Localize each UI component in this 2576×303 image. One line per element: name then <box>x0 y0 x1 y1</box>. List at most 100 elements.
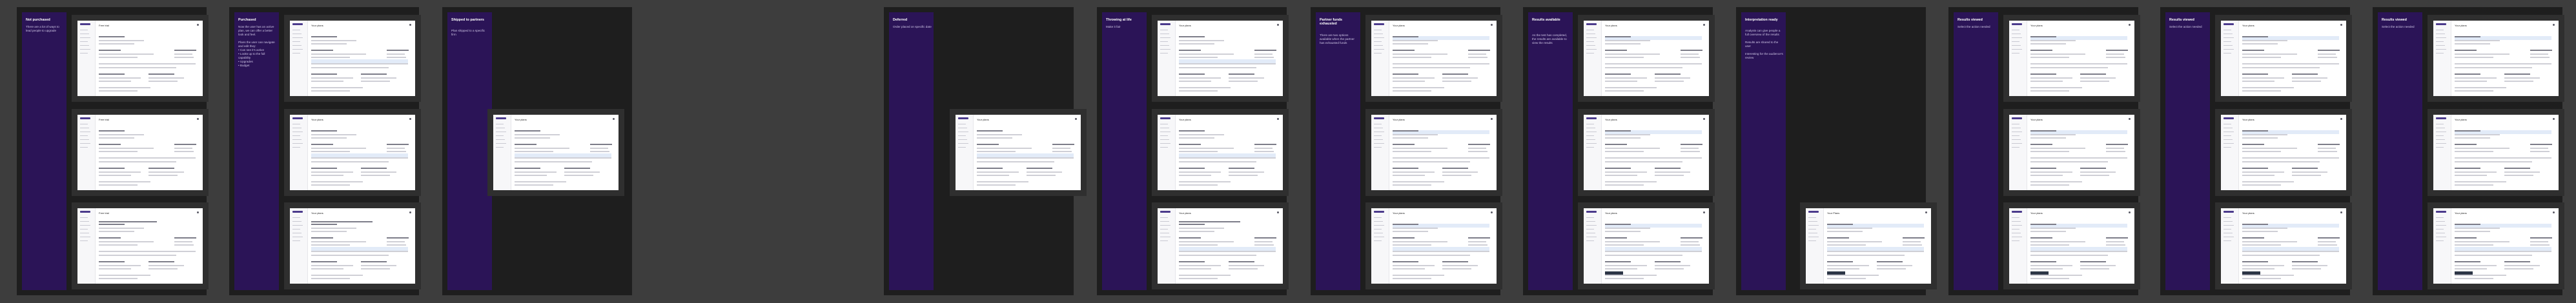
screen-thumbnail: Your plans <box>2433 208 2559 284</box>
screen-frame[interactable]: Your plans <box>2003 109 2140 196</box>
screen-frame[interactable]: Your plans <box>1578 109 1715 196</box>
text-line <box>2292 81 2321 82</box>
text-line <box>1468 57 1487 58</box>
text-line <box>977 168 1003 169</box>
screen-frame[interactable]: Your plans <box>2215 15 2352 102</box>
screen-frame[interactable]: Your plans <box>1365 109 1502 196</box>
screen-frame[interactable]: Your plans <box>1578 202 1715 289</box>
text-line <box>2030 137 2066 139</box>
text-line <box>1442 265 1478 266</box>
text-line <box>2080 261 2106 262</box>
text-line <box>590 148 608 149</box>
screen-frame[interactable]: Your plans <box>1152 15 1289 102</box>
screen-frame[interactable]: Your plans <box>1152 109 1289 196</box>
screen-frame[interactable]: Your plans <box>1365 15 1502 102</box>
nav-item <box>80 49 90 50</box>
text-line <box>1393 43 1428 44</box>
text-line <box>99 184 138 186</box>
text-line <box>2242 144 2264 145</box>
text-line <box>2242 237 2264 239</box>
screen-frame[interactable]: Your plans <box>950 109 1087 196</box>
text-line <box>515 157 611 159</box>
text-line <box>1393 134 1438 135</box>
screen-frame[interactable]: Your plans <box>2215 109 2352 196</box>
text-line <box>977 137 1012 139</box>
screen-frame[interactable]: Your plans <box>2215 202 2352 289</box>
text-line <box>2242 130 2268 132</box>
text-line <box>99 137 134 139</box>
nav-item <box>292 45 302 46</box>
screen-side-nav <box>1158 115 1176 190</box>
text-line <box>2030 251 2127 252</box>
screen-frame[interactable]: Your plans <box>2428 202 2564 289</box>
text-line <box>311 134 356 135</box>
text-line <box>99 63 196 64</box>
text-line <box>174 241 192 242</box>
screen-frame[interactable]: Your plans <box>2428 109 2564 196</box>
screen-side-nav <box>2221 208 2239 284</box>
text-line <box>2242 265 2284 266</box>
text-line <box>1605 134 1650 135</box>
text-line <box>2030 40 2076 41</box>
screen-title: Your plans <box>1605 211 1617 215</box>
nav-item <box>2012 147 2019 148</box>
nav-item <box>958 147 966 148</box>
board-title: Deferred <box>893 18 908 22</box>
text-line <box>1393 237 1415 239</box>
text-line <box>1605 181 1657 182</box>
screen-frame[interactable]: Free trial <box>72 109 209 196</box>
nav-item <box>80 135 88 137</box>
text-line <box>311 251 408 252</box>
text-line <box>1229 261 1254 262</box>
text-line <box>1393 168 1418 169</box>
screen-frame[interactable]: Your plans <box>1578 15 1715 102</box>
nav-item <box>2436 143 2446 144</box>
text-line <box>2030 77 2072 79</box>
text-line <box>1179 43 1214 44</box>
screen-side-nav <box>2221 21 2239 96</box>
nav-item <box>1160 41 1168 43</box>
screen-frame[interactable]: Your plans <box>284 202 421 289</box>
text-line <box>515 137 550 139</box>
screen-frame[interactable]: Your plans <box>284 109 421 196</box>
screen-frame[interactable]: Your plans <box>2003 15 2140 102</box>
screen-frame[interactable]: Free trial <box>72 15 209 102</box>
screen-frame[interactable]: Your plans <box>2003 202 2140 289</box>
text-line <box>2030 175 2063 176</box>
nav-item <box>1374 143 1384 144</box>
text-line <box>2455 151 2493 152</box>
board-title: Results viewed <box>2382 18 2407 22</box>
screen-frame[interactable]: Free trial <box>72 202 209 289</box>
screen-frame[interactable]: Your plans <box>284 15 421 102</box>
text-line <box>2318 50 2340 51</box>
text-line <box>1655 265 1690 266</box>
text-line <box>387 237 409 239</box>
text-line <box>311 90 350 92</box>
screen-side-nav <box>1584 208 1602 284</box>
nav-item <box>1586 139 1595 141</box>
screen-frame[interactable]: Your plans <box>1365 202 1502 289</box>
screen-thumbnail: Your plans <box>1158 115 1283 190</box>
screen-frame[interactable]: Your plans <box>1152 202 1289 289</box>
screen-frame[interactable]: Your Plans <box>1800 202 1937 289</box>
screen-frame[interactable]: Your plans <box>487 109 624 196</box>
text-line <box>1052 148 1070 149</box>
screen-thumbnail: Free trial <box>77 21 203 96</box>
nav-item <box>1160 217 1168 219</box>
nav-item <box>1586 225 1597 226</box>
app-logo <box>1374 23 1384 25</box>
text-line <box>2504 265 2540 266</box>
nav-item <box>1374 147 1382 148</box>
user-avatar-icon <box>1491 24 1493 26</box>
app-logo <box>80 211 90 213</box>
text-line <box>1468 148 1486 149</box>
screen-frame[interactable]: Your plans <box>2428 15 2564 102</box>
screen-thumbnail: Your plans <box>1158 21 1283 96</box>
text-line <box>2106 148 2124 149</box>
text-line <box>1605 168 1631 169</box>
text-line <box>1179 255 1256 256</box>
text-line <box>515 184 553 186</box>
text-line <box>1393 54 1447 55</box>
text-line <box>2455 255 2532 256</box>
board-sidebar: Deferred Order placed on specific date <box>889 12 934 290</box>
